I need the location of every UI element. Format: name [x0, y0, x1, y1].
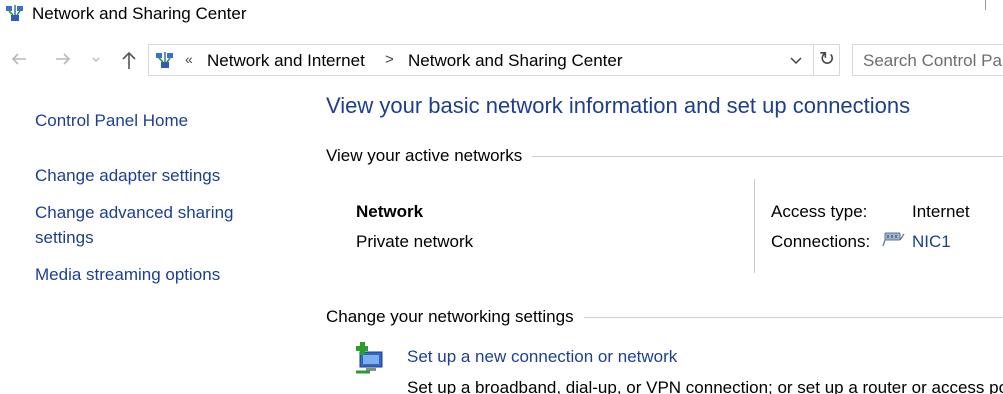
search-box[interactable] — [852, 44, 1003, 76]
section-divider — [583, 316, 1003, 318]
networking-settings-label: Change your networking settings — [326, 307, 574, 326]
control-panel-home-link[interactable]: Control Panel Home — [35, 108, 275, 133]
network-icon — [6, 5, 23, 21]
section-divider — [532, 155, 1003, 157]
media-streaming-options-link[interactable]: Media streaming options — [35, 262, 275, 287]
title-bar: Network and Sharing Center — [0, 0, 1003, 30]
navigation-bar: « Network and Internet > Network and Sha… — [0, 43, 1003, 79]
address-dropdown-button[interactable] — [789, 51, 807, 72]
arrow-left-icon — [11, 53, 26, 65]
active-networks-header: View your active networks — [326, 146, 1003, 166]
vertical-divider — [754, 179, 755, 273]
setup-new-connection-link[interactable]: Set up a new connection or network — [407, 347, 677, 367]
network-type: Private network — [356, 232, 474, 251]
breadcrumb-separator[interactable]: > — [385, 51, 394, 68]
nic1-connection-link[interactable]: NIC1 — [912, 232, 951, 252]
access-type-label: Access type: — [771, 202, 868, 221]
connections-label: Connections: — [771, 232, 871, 251]
chevron-down-icon — [790, 57, 802, 65]
active-networks-label: View your active networks — [326, 146, 523, 165]
refresh-button[interactable]: ↻ — [813, 45, 840, 75]
network-sharing-center-window: Network and Sharing Center « Network and… — [0, 0, 1003, 394]
breadcrumb-network-and-internet[interactable]: Network and Internet — [207, 51, 365, 71]
control-panel-icon — [156, 52, 173, 68]
change-advanced-sharing-settings-link[interactable]: Change advanced sharing settings — [35, 200, 275, 250]
window-title: Network and Sharing Center — [32, 4, 247, 23]
access-type-value: Internet — [912, 202, 970, 221]
arrow-up-icon — [122, 51, 136, 69]
up-button[interactable] — [118, 49, 140, 71]
recent-locations-button[interactable] — [89, 49, 103, 71]
network-name: Network — [356, 202, 424, 221]
breadcrumb-overflow-button[interactable]: « — [185, 51, 193, 67]
search-input[interactable] — [863, 51, 1003, 71]
networking-settings-header: Change your networking settings — [326, 307, 1003, 327]
new-connection-icon — [356, 342, 383, 374]
window-edge — [985, 0, 986, 10]
forward-button[interactable] — [52, 49, 74, 71]
change-adapter-settings-link[interactable]: Change adapter settings — [35, 163, 275, 188]
page-title: View your basic network information and … — [326, 93, 911, 118]
ethernet-icon — [882, 232, 905, 247]
back-button[interactable] — [8, 49, 30, 71]
breadcrumb-network-and-sharing-center[interactable]: Network and Sharing Center — [408, 51, 623, 71]
address-bar[interactable]: « Network and Internet > Network and Sha… — [148, 44, 840, 76]
chevron-down-icon — [92, 57, 100, 62]
arrow-right-icon — [56, 53, 71, 65]
setup-new-connection-description: Set up a broadband, dial-up, or VPN conn… — [407, 378, 1003, 394]
